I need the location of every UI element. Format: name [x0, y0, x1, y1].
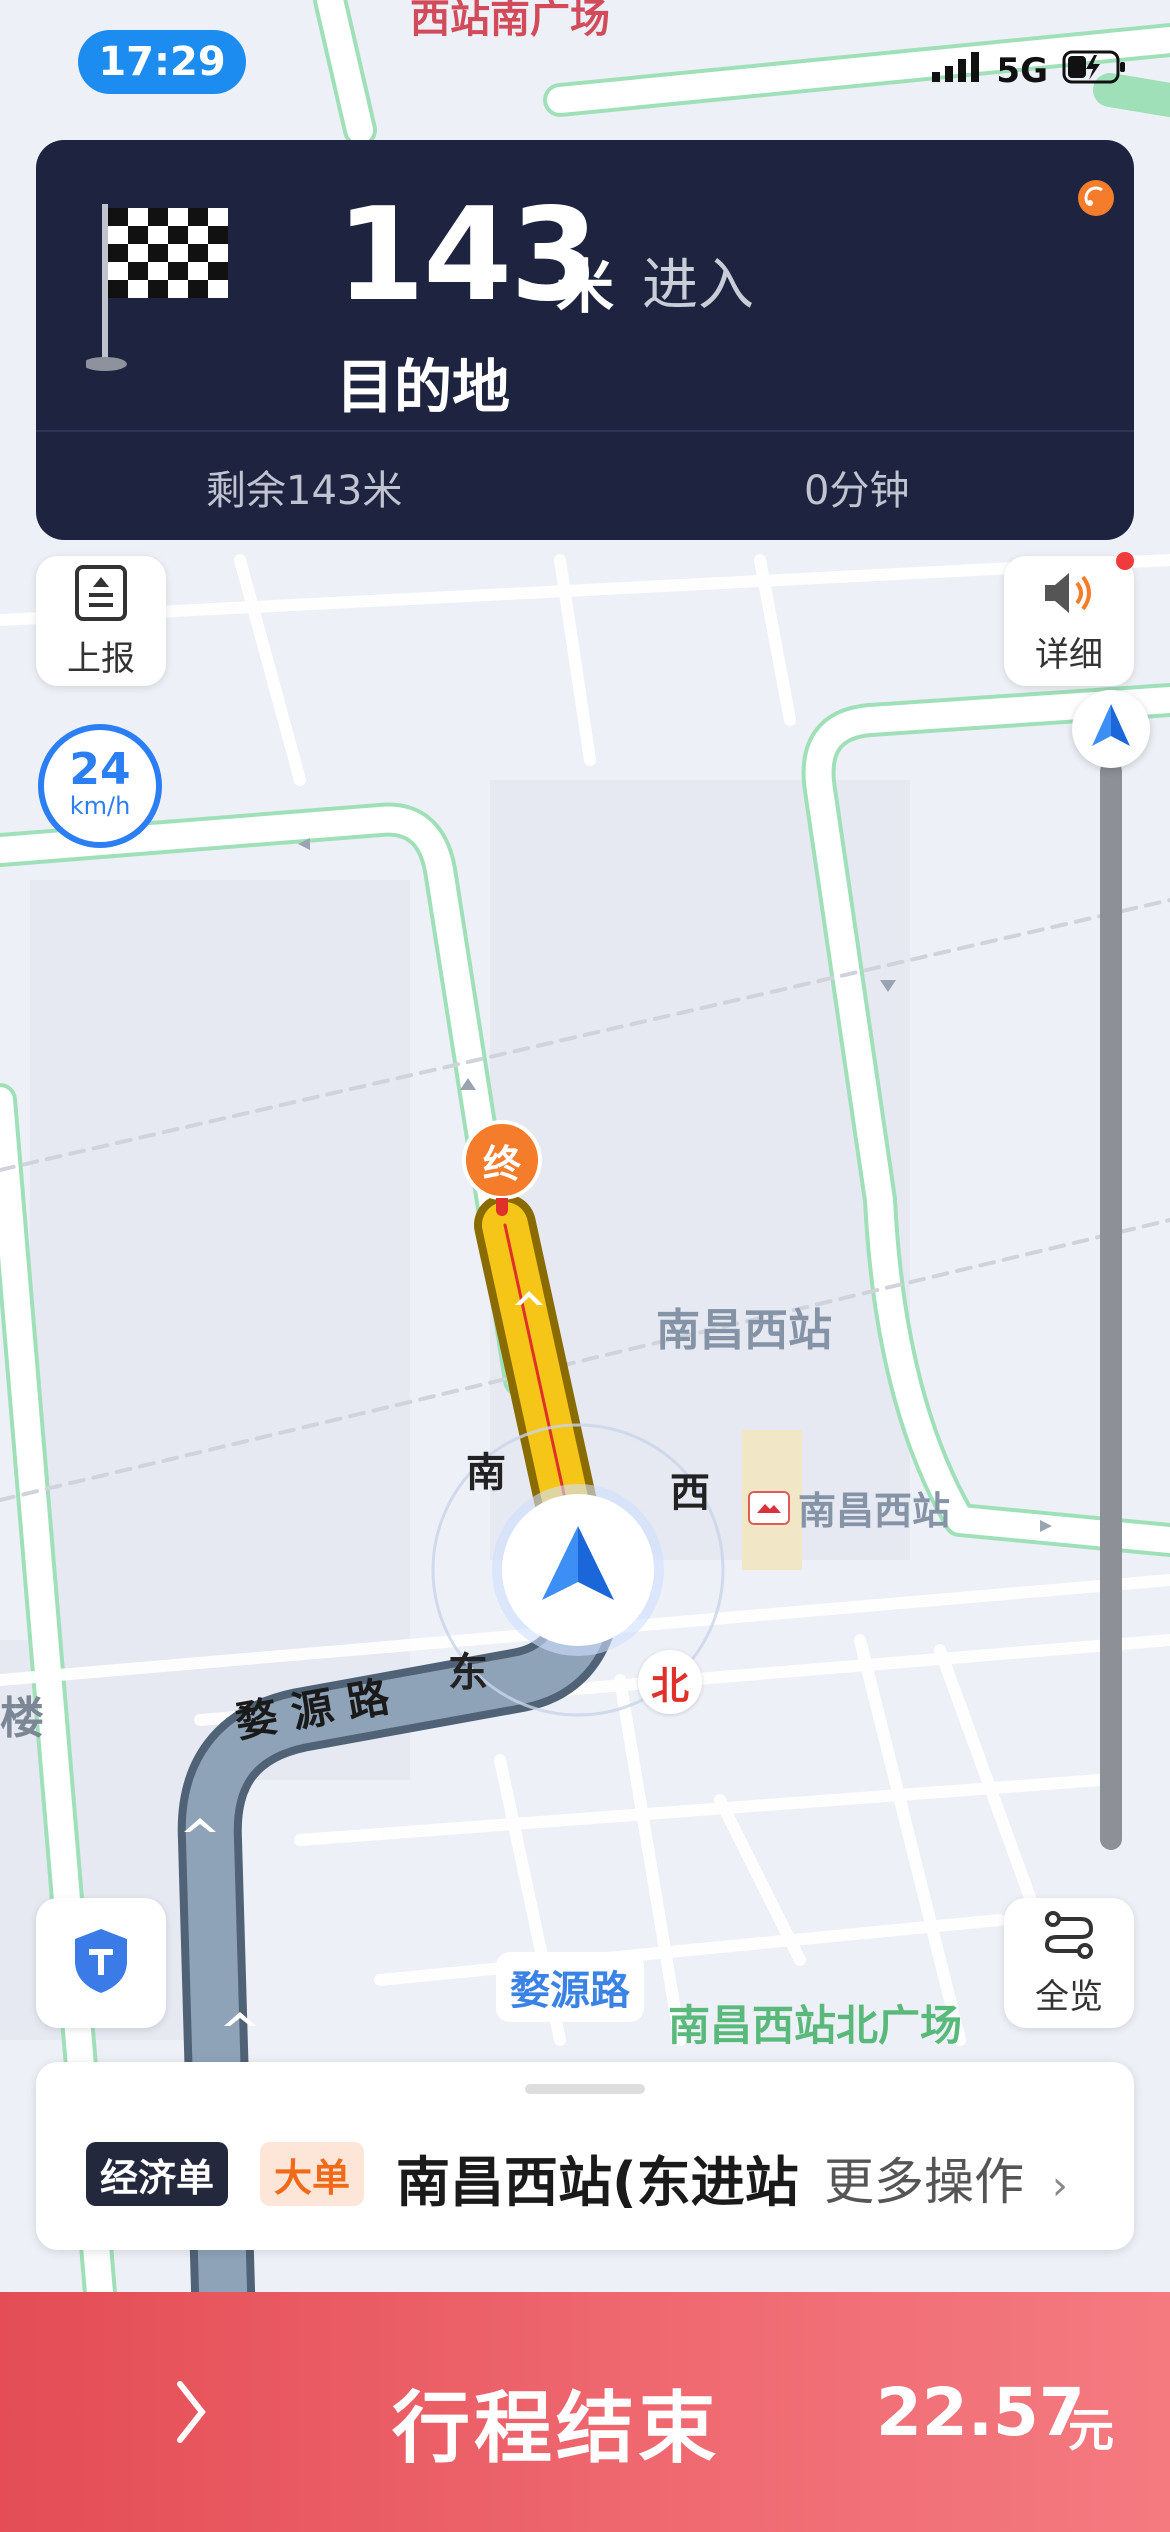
speed-value: 24: [69, 744, 131, 795]
trip-fare-unit: 元: [1068, 2403, 1114, 2457]
economy-order-tag: 经济单: [86, 2142, 229, 2206]
voice-detail-button[interactable]: 详细: [1004, 556, 1134, 686]
notification-dot: [1116, 552, 1134, 570]
trip-fare: 22.57: [876, 2374, 1085, 2451]
drag-handle[interactable]: [525, 2084, 645, 2094]
top-poi-label: 西站南广场: [410, 0, 610, 42]
compass-north-label: 北: [650, 1663, 689, 1708]
compass-east: 东: [448, 1650, 488, 1696]
speed-unit: km/h: [69, 792, 131, 820]
speaker-icon: [1039, 567, 1099, 623]
station-poi-label: 南昌西站: [798, 1489, 951, 1533]
report-icon: [73, 563, 129, 627]
report-button[interactable]: 上报: [36, 556, 166, 686]
nav-distance-unit: 米: [556, 253, 615, 321]
signal-icon: [932, 51, 982, 91]
nav-remaining-time: 0分钟: [804, 468, 910, 514]
order-card[interactable]: 经济单 大单 南昌西站(东进站 更多操作 ›: [36, 2062, 1134, 2250]
left-edge-label: 楼: [0, 1693, 44, 1744]
shield-icon: [69, 1925, 133, 2001]
destination-marker-pin: [496, 1198, 508, 1216]
road-tag[interactable]: 婺源路: [496, 1952, 644, 2022]
big-order-tag: 大单: [260, 2142, 365, 2206]
railway-station-icon: [748, 1490, 790, 1525]
report-label: 上报: [67, 638, 135, 679]
battery-charging-icon: [1062, 50, 1128, 93]
compass-north: 北: [638, 1650, 702, 1714]
nav-target: 目的地: [336, 353, 511, 421]
overview-label: 全览: [1035, 1976, 1103, 2017]
more-actions-label: 更多操作: [824, 2153, 1024, 2211]
network-type: 5G: [996, 51, 1048, 91]
nav-action: 进入: [642, 253, 754, 318]
station-area-label: 南昌西站: [656, 1305, 832, 1356]
gps-signal-icon[interactable]: [1076, 178, 1116, 218]
zoom-scroll-track[interactable]: [1100, 760, 1122, 1850]
safety-shield-button[interactable]: [36, 1898, 166, 2028]
destination-marker[interactable]: 终: [462, 1120, 542, 1200]
nav-divider: [36, 430, 1134, 432]
order-destination: 南昌西站(东进站: [396, 2151, 799, 2214]
destination-marker-label: 终: [482, 1141, 521, 1186]
route-overview-icon: [1041, 1909, 1097, 1965]
voice-detail-label: 详细: [1035, 634, 1103, 675]
end-trip-label: 行程结束: [392, 2384, 721, 2474]
compass-west: 西: [670, 1470, 710, 1516]
status-indicators: 5G: [932, 46, 1128, 96]
navigation-card[interactable]: 143 米 进入 目的地 剩余143米 0分钟: [36, 140, 1134, 540]
chevron-right-icon: ›: [1051, 2163, 1068, 2209]
navigation-arrow-icon: [1092, 704, 1130, 746]
square-label: 南昌西站北广场: [668, 2001, 963, 2050]
zoom-scroll-knob[interactable]: [1072, 690, 1150, 768]
station-poi[interactable]: 南昌西站: [748, 1480, 950, 1535]
end-trip-slider[interactable]: 行程结束 22.57 元: [0, 2292, 1170, 2532]
nav-remaining-distance: 剩余143米: [206, 468, 403, 514]
overview-button[interactable]: 全览: [1004, 1898, 1134, 2028]
more-actions-button[interactable]: 更多操作 ›: [824, 2142, 1068, 2214]
checkered-flag-icon: [83, 194, 236, 374]
speed-indicator: 24 km/h: [38, 724, 162, 848]
current-location-icon: [530, 1520, 626, 1616]
status-time: 17:29: [78, 30, 246, 94]
compass-south: 南: [466, 1450, 506, 1496]
slide-chevron-icon[interactable]: [170, 2352, 210, 2472]
